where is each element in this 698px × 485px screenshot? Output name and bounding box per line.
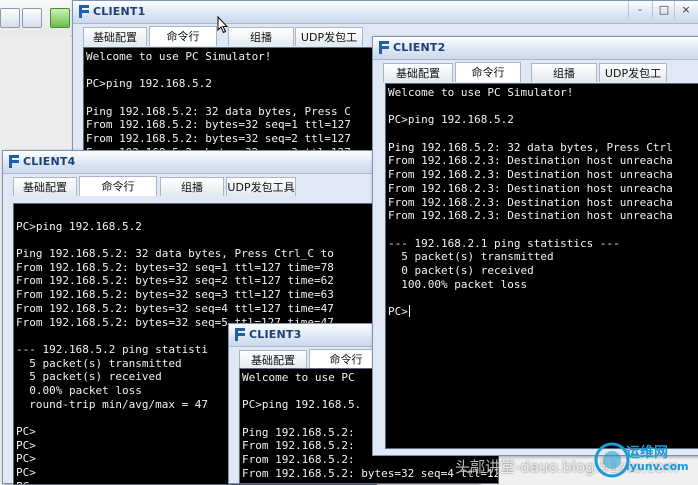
terminal-line: Ping 192.168.5.2: 32 data bytes, Press C: [86, 104, 351, 118]
tab-basic-config[interactable]: 基础配置: [239, 350, 307, 369]
client2-terminal[interactable]: Welcome to use PC Simulator! PC>ping 192.…: [385, 83, 698, 449]
terminal-line: PC>ping 192.168.5.2: [388, 113, 514, 127]
terminal-line: Ping 192.168.5.2: 32 data bytes, Press C…: [388, 140, 673, 154]
text-caret: [408, 305, 410, 317]
client3-title: CLIENT3: [249, 328, 302, 341]
app-icon: [79, 5, 89, 18]
terminal-line: Welcome to use PC Simulator!: [388, 86, 574, 99]
tab-multicast[interactable]: 组播: [228, 27, 294, 46]
terminal-line: From 192.168.5.2: bytes=32 seq=1 ttl=127: [86, 118, 351, 132]
tab-command-line[interactable]: 命令行: [149, 26, 217, 46]
terminal-line: From 192.168.5.2: bytes=32 seq=2 ttl=127…: [16, 274, 334, 288]
tab-basic-config[interactable]: 基础配置: [83, 27, 147, 46]
tab-udp-tool[interactable]: UDP发包工具: [226, 177, 296, 196]
app-icon: [235, 328, 245, 341]
tab-basic-config[interactable]: 基础配置: [13, 177, 77, 196]
terminal-line: From 192.168.5.2: bytes=32 seq=2 ttl=127: [86, 132, 351, 146]
client1-titlebar[interactable]: CLIENT1 - □ ×: [73, 1, 698, 24]
app-icon: [9, 155, 19, 168]
terminal-line: From 192.168.2.3: Destination host unrea…: [388, 209, 673, 223]
close-button[interactable]: ×: [674, 1, 697, 19]
terminal-line: From 192.168.2.3: Destination host unrea…: [388, 154, 673, 168]
counter-icon[interactable]: [22, 8, 42, 28]
tab-multicast[interactable]: 组播: [531, 63, 597, 82]
terminal-line: From 192.168.2.3: Destination host unrea…: [388, 181, 673, 195]
client2-window[interactable]: CLIENT2 基础配置 命令行 组播 UDP发包工具 Welcome to u…: [372, 36, 698, 456]
watermark-logo-sub: iyunv.com: [626, 460, 689, 473]
minimize-button[interactable]: -: [628, 1, 651, 19]
terminal-line: From 192.168.5.2: bytes=32 seq=3 ttl=127…: [16, 288, 334, 302]
maximize-button[interactable]: □: [652, 1, 675, 19]
terminal-line: --- 192.168.2.1 ping statistics ---: [388, 236, 620, 250]
terminal-line: Welcome to use PC Simulator!: [86, 50, 272, 63]
client4-titlebar[interactable]: CLIENT4: [3, 151, 375, 174]
select-icon[interactable]: [0, 8, 20, 28]
terminal-line: From 192.168.5.2: bytes=32 seq=4 ttl=127…: [16, 301, 334, 315]
terminal-line: 5 packet(s) transmitted: [388, 250, 554, 264]
client2-titlebar[interactable]: CLIENT2: [373, 37, 698, 60]
mouse-cursor-icon: [217, 16, 229, 34]
client1-title: CLIENT1: [93, 5, 146, 18]
terminal-line: 0 packet(s) received: [388, 263, 534, 277]
terminal-line: 100.00% packet loss: [388, 277, 528, 291]
terminal-line: From 192.168.2.3: Destination host unrea…: [388, 168, 673, 182]
terminal-line: PC>ping 192.168.5.2: [86, 77, 212, 91]
tab-udp-tool[interactable]: UDP发包工具: [599, 63, 667, 99]
tab-command-line[interactable]: 命令行: [79, 176, 157, 196]
app-icon: [379, 41, 389, 54]
terminal-line: PC>: [388, 305, 410, 318]
tab-basic-config[interactable]: 基础配置: [383, 63, 453, 82]
tab-udp-tool[interactable]: UDP发包工具: [295, 27, 363, 63]
terminal-line: Ping 192.168.5.2: 32 data bytes, Press C…: [16, 247, 334, 261]
watermark-logo-text: 运维网: [626, 445, 668, 461]
terminal-line: PC>ping 192.168.5.2: [16, 219, 142, 233]
play-icon[interactable]: [50, 8, 70, 28]
client2-title: CLIENT2: [393, 41, 446, 54]
tab-command-line[interactable]: 命令行: [455, 62, 521, 82]
terminal-line: From 192.168.5.2: bytes=32 seq=1 ttl=127…: [16, 260, 334, 274]
tab-multicast[interactable]: 组播: [160, 177, 224, 196]
client4-title: CLIENT4: [23, 155, 76, 168]
terminal-line: From 192.168.2.3: Destination host unrea…: [388, 195, 673, 209]
